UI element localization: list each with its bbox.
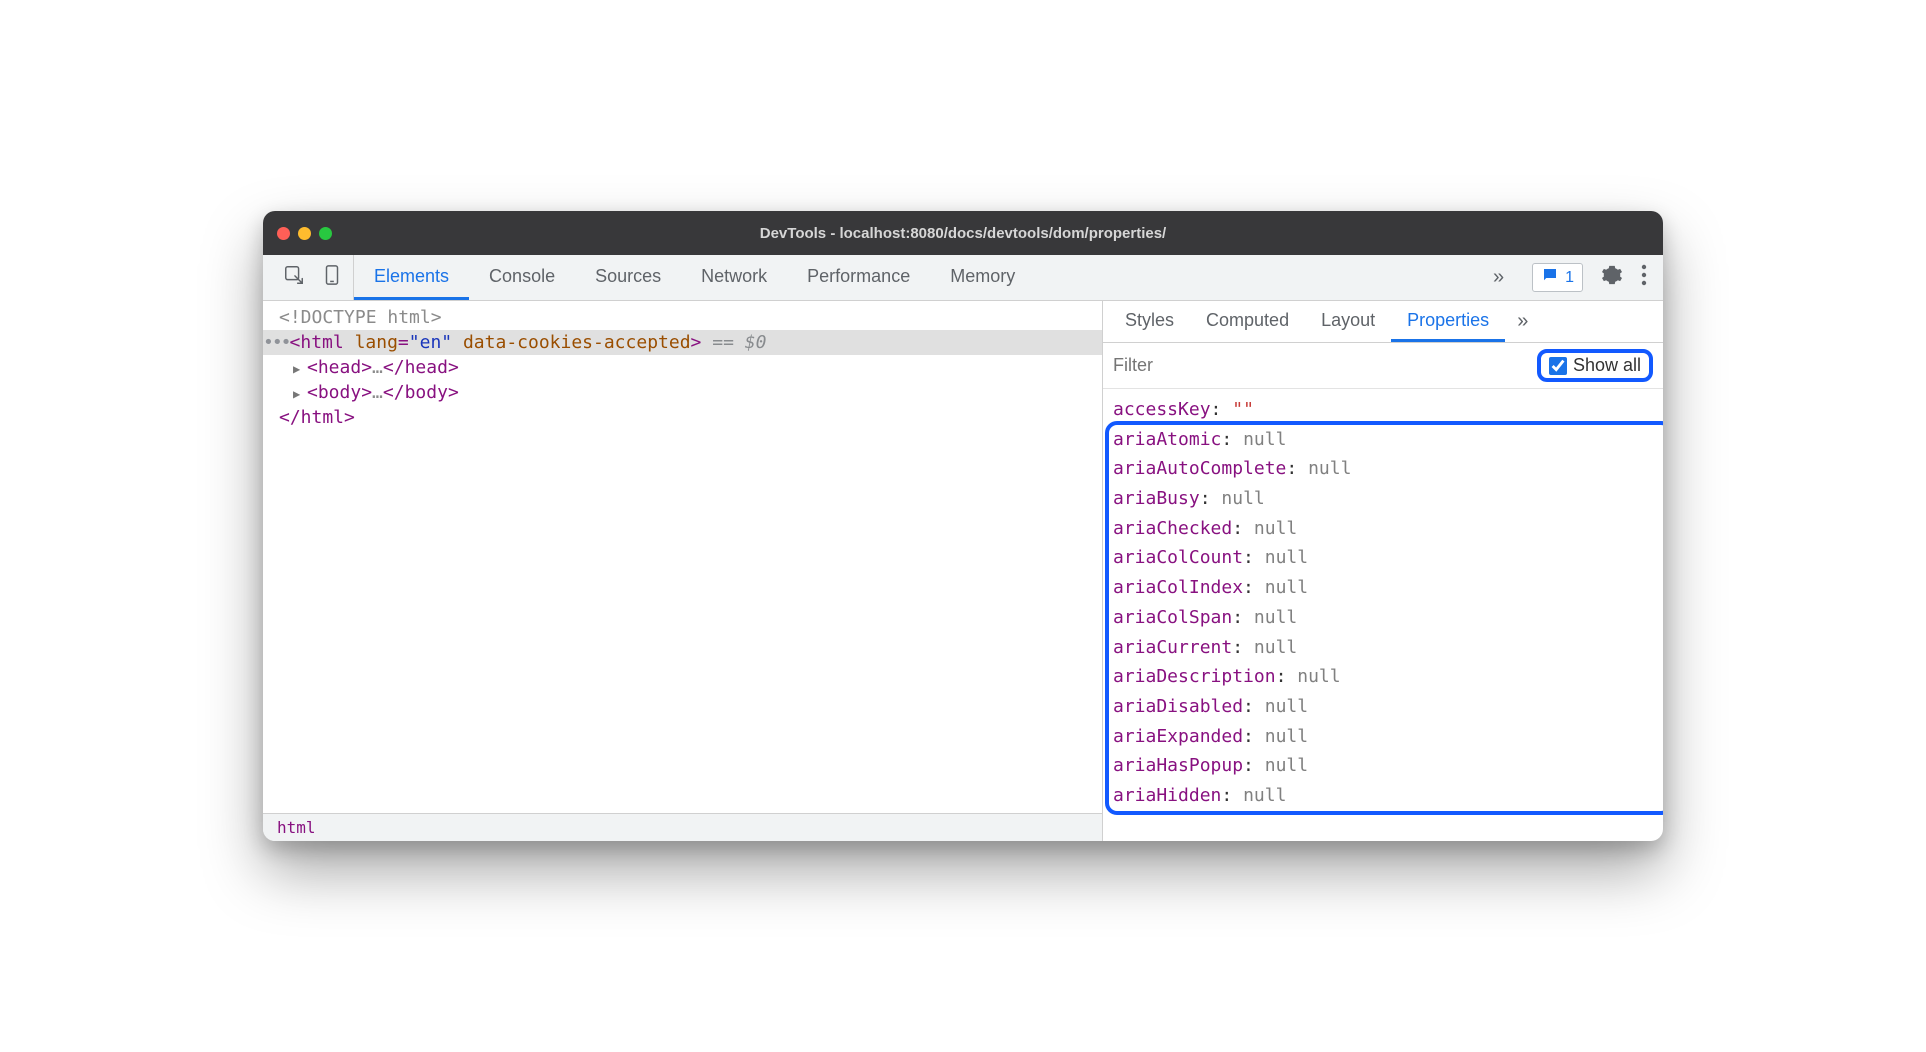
tab-elements[interactable]: Elements (354, 255, 469, 300)
property-row[interactable]: ariaAutoComplete: null (1113, 454, 1663, 484)
side-tabs: StylesComputedLayoutProperties» (1103, 301, 1663, 343)
property-row[interactable]: ariaColCount: null (1113, 543, 1663, 573)
elements-panel: <!DOCTYPE html> •••<html lang="en" data-… (263, 301, 1103, 841)
breadcrumb[interactable]: html (263, 813, 1102, 841)
main-toolbar: ElementsConsoleSourcesNetworkPerformance… (263, 255, 1663, 301)
side-panel: StylesComputedLayoutProperties» Show all… (1103, 301, 1663, 841)
filter-input[interactable] (1113, 355, 1527, 376)
disclosure-triangle-icon[interactable]: ▶ (293, 362, 307, 376)
toolbar-right: 1 (1516, 255, 1663, 300)
show-all-label: Show all (1573, 355, 1641, 376)
property-row[interactable]: ariaDisabled: null (1113, 692, 1663, 722)
tab-console[interactable]: Console (469, 255, 575, 300)
tab-network[interactable]: Network (681, 255, 787, 300)
chat-icon (1541, 266, 1559, 289)
dom-tree[interactable]: <!DOCTYPE html> •••<html lang="en" data-… (263, 301, 1102, 813)
main-tabs: ElementsConsoleSourcesNetworkPerformance… (354, 255, 1481, 300)
property-row[interactable]: ariaBusy: null (1113, 484, 1663, 514)
side-tab-layout[interactable]: Layout (1305, 301, 1391, 342)
disclosure-triangle-icon[interactable]: ▶ (293, 387, 307, 401)
device-toggle-icon[interactable] (321, 264, 343, 291)
property-row[interactable]: ariaColSpan: null (1113, 603, 1663, 633)
property-row[interactable]: ariaColIndex: null (1113, 573, 1663, 603)
tab-performance[interactable]: Performance (787, 255, 930, 300)
kebab-menu-icon[interactable] (1641, 264, 1647, 291)
property-row[interactable]: ariaHidden: null (1113, 781, 1663, 811)
show-all-toggle[interactable]: Show all (1537, 349, 1653, 382)
properties-list[interactable]: accessKey: ""ariaAtomic: nullariaAutoCom… (1103, 389, 1663, 841)
settings-icon[interactable] (1601, 264, 1623, 291)
dom-node-body[interactable]: ▶<body>…</body> (263, 380, 1102, 405)
close-tag-node[interactable]: </html> (263, 405, 1102, 430)
issues-count: 1 (1565, 269, 1574, 287)
filter-row: Show all (1103, 343, 1663, 389)
inspect-element-icon[interactable] (283, 264, 305, 291)
toolbar-icons (273, 255, 354, 300)
doctype-node[interactable]: <!DOCTYPE html> (263, 305, 1102, 330)
property-row[interactable]: ariaDescription: null (1113, 662, 1663, 692)
selected-dom-node[interactable]: •••<html lang="en" data-cookies-accepted… (263, 330, 1102, 355)
property-row[interactable]: ariaCurrent: null (1113, 633, 1663, 663)
side-more-tabs-button[interactable]: » (1505, 301, 1540, 342)
show-all-checkbox[interactable] (1549, 357, 1567, 375)
titlebar: DevTools - localhost:8080/docs/devtools/… (263, 211, 1663, 255)
content-area: <!DOCTYPE html> •••<html lang="en" data-… (263, 301, 1663, 841)
traffic-lights (277, 227, 332, 240)
minimize-window-button[interactable] (298, 227, 311, 240)
more-tabs-button[interactable]: » (1481, 255, 1516, 300)
close-window-button[interactable] (277, 227, 290, 240)
side-tab-properties[interactable]: Properties (1391, 301, 1505, 342)
property-row[interactable]: ariaHasPopup: null (1113, 751, 1663, 781)
side-tab-computed[interactable]: Computed (1190, 301, 1305, 342)
ancestors-ellipsis: ••• (263, 332, 290, 353)
devtools-window: DevTools - localhost:8080/docs/devtools/… (263, 211, 1663, 841)
tab-sources[interactable]: Sources (575, 255, 681, 300)
tab-memory[interactable]: Memory (930, 255, 1035, 300)
property-row[interactable]: accessKey: "" (1113, 395, 1663, 425)
issues-badge[interactable]: 1 (1532, 263, 1583, 292)
window-title: DevTools - localhost:8080/docs/devtools/… (263, 225, 1663, 242)
side-tab-styles[interactable]: Styles (1109, 301, 1190, 342)
property-row[interactable]: ariaExpanded: null (1113, 722, 1663, 752)
maximize-window-button[interactable] (319, 227, 332, 240)
property-row[interactable]: ariaAtomic: null (1113, 425, 1663, 455)
property-row[interactable]: ariaChecked: null (1113, 514, 1663, 544)
dom-node-head[interactable]: ▶<head>…</head> (263, 355, 1102, 380)
